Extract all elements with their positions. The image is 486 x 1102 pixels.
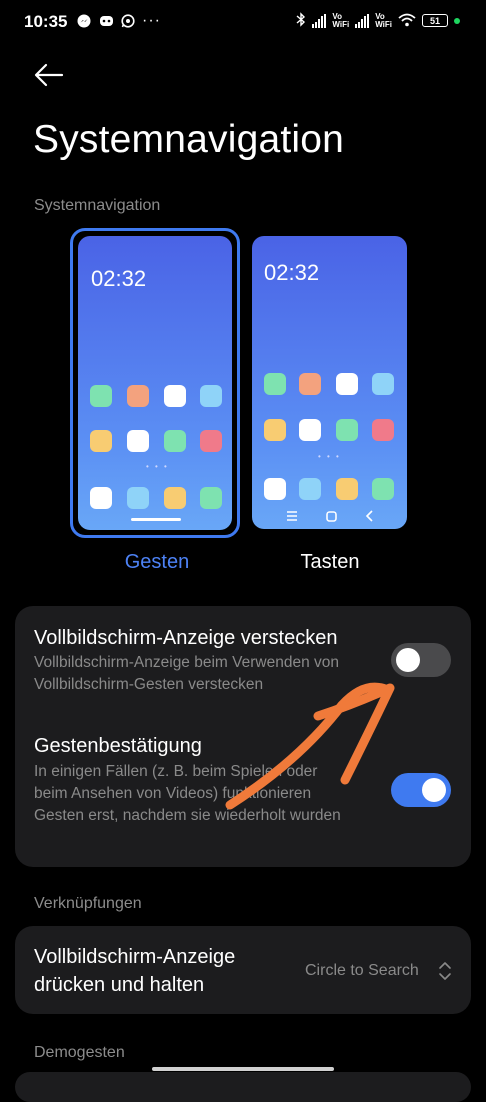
app-icon — [200, 430, 222, 452]
option-label-gestures: Gesten — [124, 551, 190, 573]
option-label-keys: Tasten — [300, 551, 360, 573]
home-key-icon — [326, 510, 337, 522]
app-icon — [164, 385, 186, 407]
app-icon — [372, 478, 394, 500]
app-icon — [200, 487, 222, 509]
app-icon — [264, 419, 286, 441]
preview-clock: 02:32 — [91, 266, 147, 291]
setting-subtitle-hide-indicator: Vollbildschirm-Anzeige beim Verwenden vo… — [34, 654, 339, 693]
page-title: Systemnavigation — [33, 118, 345, 161]
discord-icon — [98, 13, 114, 29]
annotation-arrow — [225, 682, 395, 810]
back-key-icon — [365, 510, 373, 522]
app-icon — [127, 385, 149, 407]
section-label-demo: Demogesten — [34, 1044, 125, 1061]
bluetooth-icon — [296, 12, 306, 29]
app-icon — [164, 430, 186, 452]
privacy-indicator-dot — [454, 17, 460, 24]
signal-icon-2 — [355, 13, 370, 28]
page-dots: • • • — [318, 452, 341, 461]
app-icon — [336, 419, 358, 441]
app-icon — [90, 487, 112, 509]
app-icon — [336, 373, 358, 395]
press-hold-value: Circle to Search — [305, 962, 419, 979]
status-bar: 10:35 ··· Vo WiFi Vo WiFi 51 — [0, 0, 486, 44]
home-indicator — [152, 1067, 334, 1071]
app-icon — [336, 478, 358, 500]
app-icon — [299, 373, 321, 395]
app-icon — [372, 419, 394, 441]
setting-title-press-hold-line2: drücken und halten — [34, 974, 205, 996]
gestures-preview: 02:32 • • • — [78, 236, 232, 530]
app-icon — [164, 487, 186, 509]
wifi-icon — [398, 13, 416, 29]
up-down-chevron-icon — [439, 962, 451, 980]
signal-icon-1 — [312, 13, 327, 28]
setting-title-press-hold-line1: Vollbildschirm-Anzeige — [34, 946, 236, 968]
section-label-shortcuts: Verknüpfungen — [34, 895, 142, 912]
setting-subtitle-gesture-confirmation: In einigen Fällen (z. B. beim Spielen od… — [34, 763, 341, 824]
nav-keys-bar — [272, 508, 387, 524]
app-icon — [127, 430, 149, 452]
battery-icon: 51 — [422, 14, 448, 27]
hide-indicator-toggle[interactable] — [391, 643, 451, 677]
app-icon — [299, 478, 321, 500]
demo-card[interactable] — [15, 1072, 471, 1102]
app-icon — [90, 385, 112, 407]
app-icon — [264, 478, 286, 500]
menu-key-icon — [287, 511, 297, 521]
app-icon — [127, 487, 149, 509]
status-time: 10:35 — [24, 12, 68, 31]
toggle-knob — [422, 778, 446, 802]
messenger-icon — [76, 13, 92, 29]
more-dots-icon: ··· — [142, 12, 161, 29]
setting-title-gesture-confirmation: Gestenbestätigung — [34, 735, 202, 757]
preview-clock: 02:32 — [264, 260, 320, 285]
gesture-confirmation-toggle[interactable] — [391, 773, 451, 807]
app-icon — [200, 385, 222, 407]
whatsapp-icon — [120, 13, 136, 29]
page-dots: • • • — [146, 462, 169, 471]
back-button[interactable] — [34, 62, 64, 88]
app-icon — [264, 373, 286, 395]
toggle-knob — [396, 648, 420, 672]
back-arrow-icon — [34, 63, 64, 87]
app-icon — [299, 419, 321, 441]
keys-preview: 02:32 • • • — [252, 236, 407, 529]
gesture-bar — [131, 518, 181, 521]
setting-title-hide-indicator: Vollbildschirm-Anzeige verstecken — [34, 627, 338, 649]
app-icon — [372, 373, 394, 395]
section-label-navigation: Systemnavigation — [34, 197, 161, 214]
vowifi-label-1: Vo WiFi — [332, 11, 350, 29]
vowifi-label-2: Vo WiFi — [375, 11, 392, 29]
app-icon — [90, 430, 112, 452]
